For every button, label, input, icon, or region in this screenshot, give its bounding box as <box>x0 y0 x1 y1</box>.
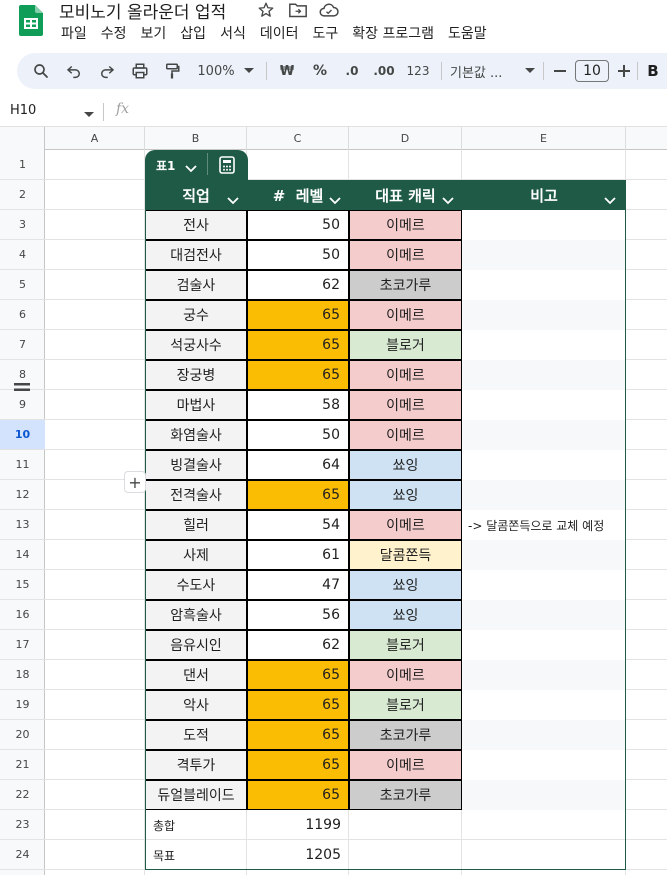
font-size-input[interactable]: 10 <box>575 60 609 82</box>
document-title[interactable]: 모비노기 올라운더 업적 <box>59 0 226 23</box>
move-folder-icon[interactable] <box>288 1 308 19</box>
table-outline <box>145 180 626 870</box>
formula-bar-divider <box>103 103 104 121</box>
row-header-17[interactable]: 17 <box>0 630 45 660</box>
column-header-b[interactable]: B <box>145 127 247 150</box>
column-header-d[interactable]: D <box>349 127 462 150</box>
row-header-11[interactable]: 11 <box>0 450 45 480</box>
toolbar-divider <box>266 62 267 80</box>
decrease-decimal-label: .0 <box>345 64 359 78</box>
row-header-23[interactable]: 23 <box>0 810 45 840</box>
percent-format-button[interactable]: % <box>310 53 330 89</box>
column-header-e[interactable]: E <box>462 127 626 150</box>
row-header-10[interactable]: 10 <box>0 420 45 450</box>
redo-icon[interactable] <box>95 53 119 89</box>
sheets-logo-icon[interactable] <box>19 5 43 36</box>
row-header-22[interactable]: 22 <box>0 780 45 810</box>
menu-view[interactable]: 보기 <box>141 23 167 43</box>
menu-file[interactable]: 파일 <box>61 23 87 43</box>
column-header-a[interactable]: A <box>45 127 145 150</box>
decrease-font-size-icon[interactable] <box>551 53 569 89</box>
toolbar-divider <box>441 62 442 80</box>
row-header-1[interactable]: 1 <box>0 150 45 180</box>
increase-decimal-label: .00 <box>373 64 395 78</box>
search-menus-icon[interactable] <box>29 53 53 89</box>
paint-format-icon[interactable] <box>160 53 184 89</box>
spreadsheet-grid[interactable]: A B C D E 1 2 3 4 5 6 7 8 9 10 11 12 13 14 15 16 17 18 19 2… <box>0 127 667 875</box>
table-name-tab[interactable]: 표1 <box>145 150 248 180</box>
toolbar-divider <box>637 62 638 80</box>
toolbar-divider <box>543 62 544 80</box>
row-header-20[interactable]: 20 <box>0 720 45 750</box>
menu-insert[interactable]: 삽입 <box>180 23 206 43</box>
select-all-corner[interactable] <box>0 127 45 150</box>
freeze-rows-handle[interactable] <box>14 383 30 391</box>
column-header-c[interactable]: C <box>247 127 349 150</box>
name-box[interactable]: H10 <box>10 103 98 121</box>
menu-extensions[interactable]: 확장 프로그램 <box>352 23 434 43</box>
row-header-19[interactable]: 19 <box>0 690 45 720</box>
row-header-6[interactable]: 6 <box>0 300 45 330</box>
star-icon[interactable] <box>257 1 277 19</box>
cell-reference: H10 <box>10 103 37 118</box>
row-header-7[interactable]: 7 <box>0 330 45 360</box>
row-header-14[interactable]: 14 <box>0 540 45 570</box>
row-header-5[interactable]: 5 <box>0 270 45 300</box>
row-header-13[interactable]: 13 <box>0 510 45 540</box>
zoom-select[interactable]: 100% <box>195 53 237 89</box>
font-family-select[interactable]: 기본값 ... <box>450 53 516 89</box>
undo-icon[interactable] <box>62 53 86 89</box>
formula-bar: H10 fx <box>0 97 667 127</box>
row-header-bar: 1 2 3 4 5 6 7 8 9 10 11 12 13 14 15 16 17 18 19 20 21 22 23 24 <box>0 150 45 875</box>
table-tab-divider <box>207 153 208 175</box>
row-header-24[interactable]: 24 <box>0 840 45 870</box>
more-formats-button[interactable]: 123 <box>405 53 431 89</box>
menu-format[interactable]: 서식 <box>220 23 246 43</box>
top-bar: 모비노기 올라운더 업적 파일 수정 보기 삽입 서식 데이터 도구 확장 프로… <box>0 0 667 50</box>
menu-bar: 파일 수정 보기 삽입 서식 데이터 도구 확장 프로그램 도움말 <box>61 23 501 43</box>
row-header-9[interactable]: 9 <box>0 390 45 420</box>
zoom-dropdown-icon[interactable] <box>243 53 255 89</box>
menu-data[interactable]: 데이터 <box>260 23 299 43</box>
column-header-f[interactable] <box>626 127 667 150</box>
menu-tools[interactable]: 도구 <box>312 23 338 43</box>
insert-column-button[interactable]: + <box>124 471 146 493</box>
table-name: 표1 <box>156 159 176 173</box>
print-icon[interactable] <box>128 53 152 89</box>
increase-decimal-button[interactable]: .00 <box>371 53 397 89</box>
increase-font-size-icon[interactable] <box>615 53 633 89</box>
currency-format-button[interactable]: ₩ <box>277 53 297 89</box>
cloud-saved-icon[interactable] <box>319 1 339 19</box>
row-header-18[interactable]: 18 <box>0 660 45 690</box>
table-menu-chevron-icon[interactable] <box>185 159 197 178</box>
name-box-dropdown-icon[interactable] <box>84 107 94 122</box>
column-header-bar: A B C D E <box>0 127 667 150</box>
row-header-21[interactable]: 21 <box>0 750 45 780</box>
bold-button[interactable]: B <box>645 53 661 89</box>
menu-edit[interactable]: 수정 <box>101 23 127 43</box>
calculator-icon[interactable] <box>219 156 235 178</box>
row-header-4[interactable]: 4 <box>0 240 45 270</box>
row-header-3[interactable]: 3 <box>0 210 45 240</box>
menu-help[interactable]: 도움말 <box>448 23 487 43</box>
row-header-16[interactable]: 16 <box>0 600 45 630</box>
row-header-15[interactable]: 15 <box>0 570 45 600</box>
toolbar: 100% ₩ % .0 .00 123 기본값 ... 10 B <box>17 53 667 89</box>
row-header-12[interactable]: 12 <box>0 480 45 510</box>
fx-icon: fx <box>116 101 130 117</box>
decrease-decimal-button[interactable]: .0 <box>341 53 363 89</box>
row-header-2[interactable]: 2 <box>0 180 45 210</box>
font-family-dropdown-icon[interactable] <box>524 53 536 89</box>
